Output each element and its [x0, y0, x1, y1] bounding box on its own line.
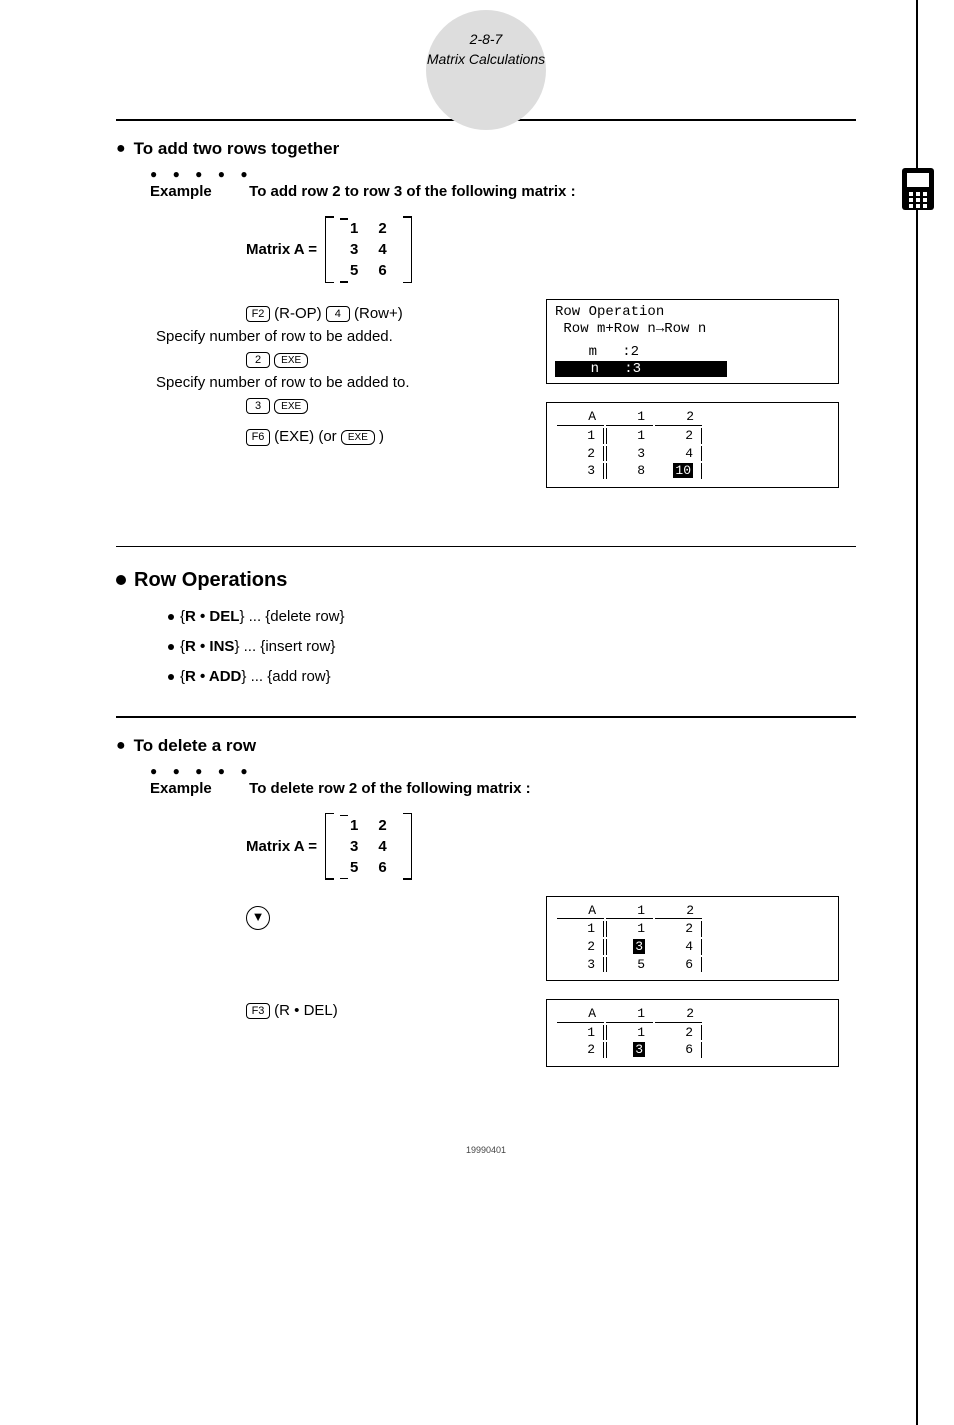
row-ops-list: {R • DEL} ... {delete row} {R • INS} ...…: [168, 602, 856, 692]
key-2: 2: [246, 352, 270, 368]
calculator-icon: [902, 168, 934, 210]
lcd-matrix-after: A12 112 236: [546, 999, 839, 1067]
lcd-matrix-before: A12 112 234 356: [546, 896, 839, 981]
down-key-step: ▼: [246, 906, 546, 930]
example-text: To add row 2 to row 3 of the following m…: [249, 183, 575, 200]
f3-key: F3: [246, 1003, 270, 1019]
matrix-a-2: Matrix A = 12 34 56: [246, 813, 856, 880]
matrix-a-1: Matrix A = 12 34 56: [246, 216, 856, 283]
lcd-result-matrix-1: A12 112 234 3810: [546, 402, 839, 487]
down-arrow-key: ▼: [246, 906, 270, 930]
step-rdel: F3 (R • DEL): [246, 1002, 546, 1019]
instruction-1: Specify number of row to be added.: [156, 328, 546, 345]
section-add-rows-title: ● To add two rows together: [116, 139, 856, 159]
section-delete-row-title: ● To delete a row: [116, 736, 856, 756]
f2-key: F2: [246, 306, 270, 322]
example-label: Example: [150, 183, 245, 200]
exe-key: EXE: [274, 353, 308, 368]
row-operations-title: Row Operations: [116, 569, 856, 592]
decorative-dots: ● ● ● ● ●: [150, 764, 856, 778]
instruction-2: Specify number of row to be added to.: [156, 374, 546, 391]
f6-key: F6: [246, 429, 270, 445]
exe-key: EXE: [341, 430, 375, 445]
example-label: Example: [150, 780, 245, 797]
page-ref: 2-8-7: [116, 30, 856, 50]
step-1: F2 (R-OP) 4 (Row+): [246, 305, 546, 322]
page-header: 2-8-7 Matrix Calculations: [116, 30, 856, 69]
footer-number: 19990401: [116, 1145, 856, 1155]
decorative-dots: ● ● ● ● ●: [150, 167, 856, 181]
exe-key: EXE: [274, 399, 308, 414]
page-title: Matrix Calculations: [116, 50, 856, 70]
key-4: 4: [326, 306, 350, 322]
step-2: 2 EXE: [246, 351, 546, 368]
example-text: To delete row 2 of the following matrix …: [249, 780, 530, 797]
step-3: 3 EXE: [246, 397, 546, 414]
step-4: F6 (EXE) (or EXE ): [246, 428, 546, 445]
key-3: 3: [246, 398, 270, 414]
lcd-row-operation: Row Operation Row m+Row n→Row n m :2 n :…: [546, 299, 839, 384]
